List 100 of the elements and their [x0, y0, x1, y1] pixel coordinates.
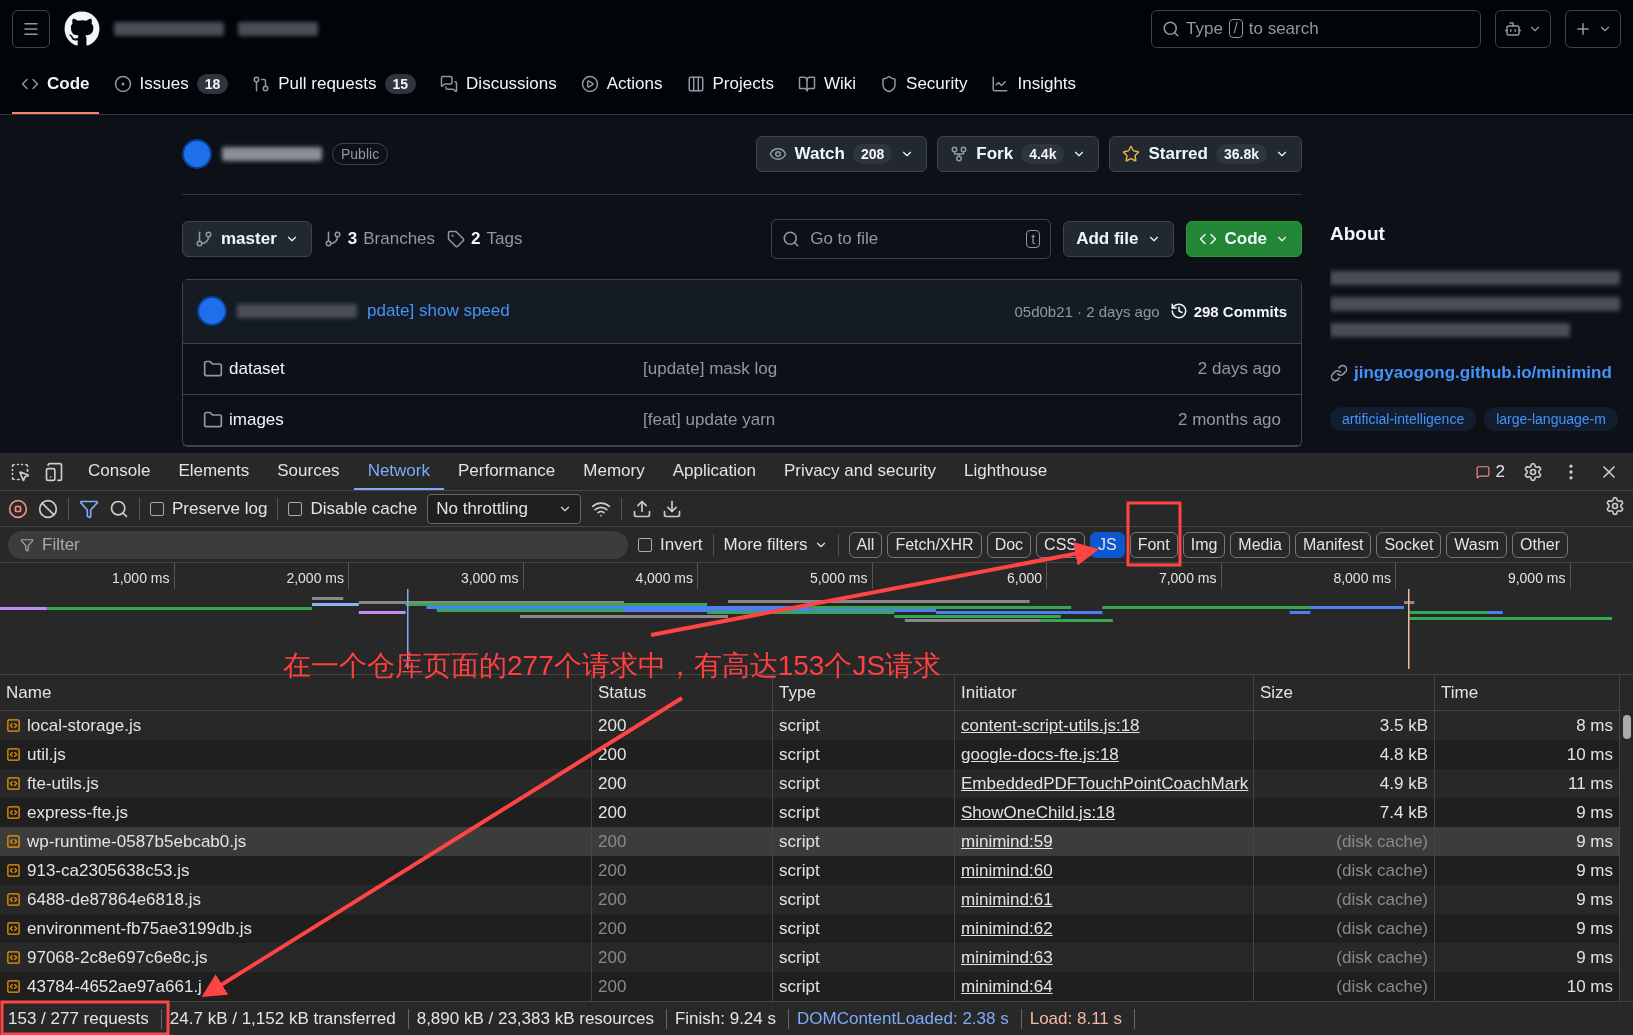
script-file-icon: [6, 863, 21, 878]
tag-icon: [447, 229, 466, 248]
counter: 208: [852, 144, 893, 164]
website-link[interactable]: jingyaogong.github.io/minimind: [1330, 362, 1612, 383]
devtools-tab[interactable]: Sources: [263, 453, 354, 490]
download-icon[interactable]: [661, 498, 682, 519]
filter-icon[interactable]: [79, 498, 99, 519]
tick-label: 8,000 ms: [1221, 563, 1396, 589]
tick-label: 9,000 ms: [1396, 563, 1571, 589]
devtools-tab[interactable]: Performance: [444, 453, 570, 490]
preserve-log-checkbox[interactable]: Preserve log: [150, 498, 268, 519]
commit-message-link[interactable]: pdate] show speed: [367, 301, 510, 321]
throttling-dropdown[interactable]: No throttling: [427, 493, 581, 524]
search-field[interactable]: Type / to search: [1151, 9, 1481, 48]
tick-label: 5,000 ms: [698, 563, 873, 589]
branches-link[interactable]: 3 Branches: [323, 228, 436, 249]
repo-tab[interactable]: Projects: [677, 57, 783, 114]
watch-button[interactable]: Watch 208: [755, 136, 928, 172]
commit-message: [feat] update yarn: [643, 409, 777, 430]
message-icon: [1475, 464, 1490, 479]
repo-tab[interactable]: Pull requests 15: [243, 57, 426, 114]
clear-icon[interactable]: [38, 498, 58, 519]
devtools-tab[interactable]: Network: [353, 453, 444, 490]
repo-tab[interactable]: Discussions: [431, 57, 566, 114]
devtools-tab[interactable]: Memory: [569, 453, 659, 490]
script-file-icon: [6, 747, 21, 762]
disable-cache-checkbox[interactable]: Disable cache: [288, 498, 418, 519]
status-text: 153 / 277 requests: [0, 1008, 162, 1029]
code-button[interactable]: Code: [1185, 220, 1302, 257]
avatar: [197, 296, 227, 326]
type-filter[interactable]: JS: [1090, 531, 1125, 558]
repo-tab[interactable]: Security: [871, 57, 977, 114]
file-name-link[interactable]: images: [203, 409, 643, 430]
status-text: DOMContentLoaded: 2.38 s: [789, 1008, 1022, 1029]
settings-icon[interactable]: [1605, 496, 1625, 516]
file-time: 2 days ago: [1197, 358, 1281, 379]
filter-field[interactable]: Filter: [8, 530, 628, 559]
type-filter[interactable]: Wasm: [1446, 531, 1508, 558]
type-filter[interactable]: Fetch/XHR: [887, 531, 982, 558]
status-text: Load: 8.11 s: [1021, 1008, 1135, 1029]
record-icon[interactable]: [8, 498, 28, 519]
script-file-icon: [6, 805, 21, 820]
upload-icon[interactable]: [631, 498, 652, 519]
counter: 18: [196, 74, 229, 95]
type-filter[interactable]: Socket: [1376, 531, 1442, 558]
search-icon[interactable]: [109, 498, 129, 519]
counter: 15: [384, 74, 417, 95]
scrollbar-thumb[interactable]: [1622, 715, 1631, 739]
column-header[interactable]: Initiator: [955, 675, 1254, 710]
repo-tab[interactable]: Issues 18: [104, 57, 238, 114]
repo-tab[interactable]: Actions: [571, 57, 672, 114]
star-icon: [1122, 145, 1141, 163]
shield-icon: [880, 75, 899, 94]
script-file-icon: [6, 921, 21, 936]
more-filters-dropdown[interactable]: More filters: [723, 534, 828, 555]
fork-button[interactable]: Fork 4.4k: [937, 136, 1100, 172]
repo-tab[interactable]: Wiki: [788, 57, 866, 114]
robot-icon: [1504, 19, 1522, 38]
devtools-tab[interactable]: Application: [658, 453, 770, 490]
repo-tab[interactable]: Code: [12, 57, 99, 114]
file-name-link[interactable]: dataset: [203, 358, 643, 379]
device-icon[interactable]: [44, 461, 64, 482]
counter: 4.4k: [1021, 144, 1065, 164]
type-filter[interactable]: Manifest: [1294, 531, 1372, 558]
tags-link[interactable]: 2 Tags: [447, 228, 523, 249]
play-icon: [580, 75, 599, 94]
inspect-icon[interactable]: [10, 461, 30, 482]
octocat-logo-icon[interactable]: [64, 10, 100, 47]
star-button[interactable]: Starred 36.8k: [1109, 136, 1302, 172]
topic-tag[interactable]: large-language-m: [1484, 406, 1618, 431]
branch-button[interactable]: master: [182, 220, 312, 257]
type-filter[interactable]: Other: [1512, 531, 1569, 558]
eye-icon: [768, 145, 787, 163]
type-filter[interactable]: Font: [1129, 531, 1178, 558]
type-filter[interactable]: Img: [1182, 531, 1226, 558]
repo-tab[interactable]: Insights: [982, 57, 1086, 114]
type-filter[interactable]: Doc: [986, 531, 1032, 558]
column-header[interactable]: Size: [1254, 675, 1435, 710]
topic-tag[interactable]: artificial-intelligence: [1330, 406, 1477, 431]
commits-link[interactable]: 298 Commits: [1169, 302, 1287, 320]
create-button[interactable]: [1565, 9, 1621, 48]
settings-icon[interactable]: [1523, 461, 1543, 482]
search-icon: [1162, 19, 1180, 38]
devtools-tab[interactable]: Console: [74, 453, 165, 490]
tick-label: 6,000: [872, 563, 1047, 589]
devtools-tab[interactable]: Elements: [164, 453, 264, 490]
pull-request-icon: [252, 75, 271, 94]
issues-counter[interactable]: 2: [1475, 461, 1505, 482]
file-time: 2 months ago: [1178, 409, 1281, 430]
about-heading: About: [1330, 222, 1385, 245]
devtools-tab[interactable]: Lighthouse: [950, 453, 1062, 490]
menu-button[interactable]: [12, 9, 50, 48]
avatar: [182, 139, 212, 169]
copilot-button[interactable]: [1495, 9, 1551, 48]
devtools-tab[interactable]: Privacy and security: [769, 453, 950, 490]
invert-checkbox[interactable]: Invert: [638, 534, 703, 555]
add-file-button[interactable]: Add file: [1063, 220, 1174, 257]
go-to-file-field[interactable]: Go to file t: [771, 218, 1052, 259]
type-filter[interactable]: Media: [1230, 531, 1290, 558]
type-filter[interactable]: All: [848, 531, 883, 558]
